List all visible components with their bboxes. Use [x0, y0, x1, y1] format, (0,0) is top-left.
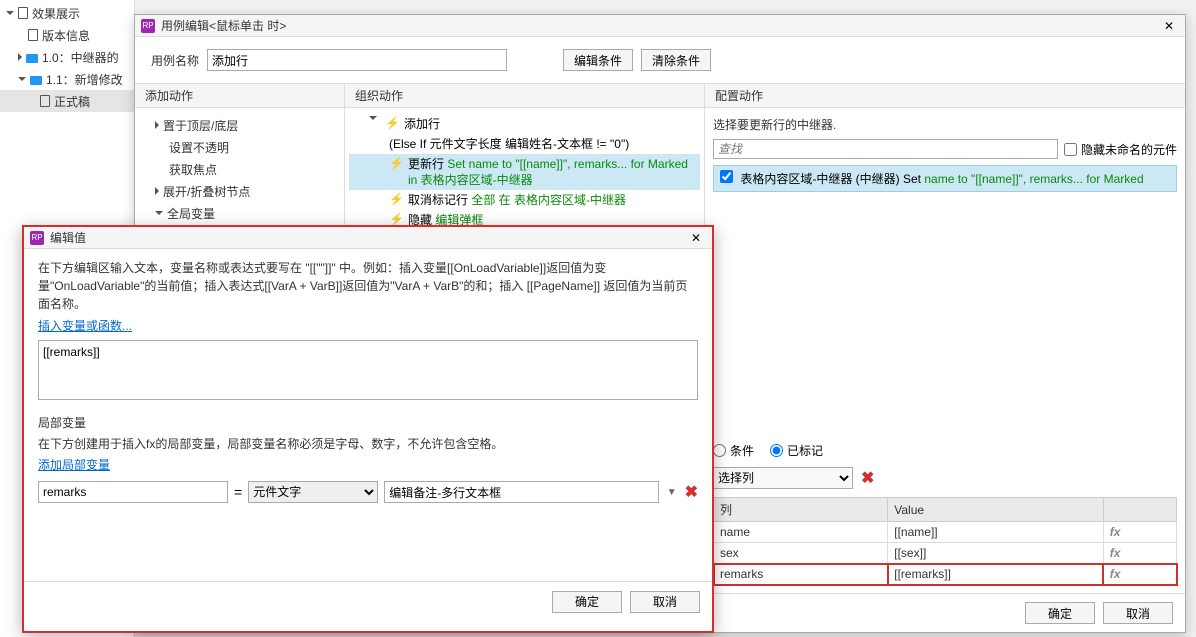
th-col: 列	[714, 498, 888, 522]
hide-unnamed-checkbox[interactable]: 隐藏未命名的元件	[1064, 141, 1177, 158]
tree-item[interactable]: 效果展示	[0, 2, 134, 24]
radio-marked[interactable]: 已标记	[770, 442, 823, 459]
org-action-row[interactable]: ⚡取消标记行 全部 在 表格内容区域-中继器	[349, 190, 700, 210]
tree-item[interactable]: 1.0：中继器的	[0, 46, 134, 68]
table-row[interactable]: sex[[sex]]fx	[714, 543, 1177, 564]
widget-checkbox[interactable]	[720, 170, 733, 183]
case-name-label: 用例名称	[151, 52, 199, 69]
action-node[interactable]: 展开/折叠树节点	[139, 180, 340, 202]
local-var-title: 局部变量	[38, 414, 698, 431]
delete-icon[interactable]: ✖	[685, 482, 698, 502]
tree-item-selected[interactable]: 正式稿	[0, 90, 134, 112]
app-icon: RP	[141, 19, 155, 33]
widget-target-row[interactable]: 表格内容区域-中继器 (中继器) Set name to "[[name]]",…	[713, 165, 1177, 192]
action-node[interactable]: 全局变量	[139, 202, 340, 224]
fx-icon[interactable]: fx	[1103, 522, 1176, 543]
bolt-icon: ⚡	[389, 212, 404, 226]
dialog-titlebar[interactable]: RP 编辑值 ✕	[24, 227, 712, 249]
tree-item[interactable]: 1.1：新增修改	[0, 68, 134, 90]
tree-item[interactable]: 版本信息	[0, 24, 134, 46]
edit-condition-button[interactable]: 编辑条件	[563, 49, 633, 71]
app-icon: RP	[30, 231, 44, 245]
local-var-help: 在下方创建用于插入fx的局部变量，局部变量名称必须是字母、数字，不允许包含空格。	[38, 435, 698, 452]
var-widget-input[interactable]	[384, 481, 659, 503]
cancel-button[interactable]: 取消	[630, 591, 700, 613]
widget-search-input[interactable]	[713, 139, 1058, 159]
radio-condition[interactable]: 条件	[713, 442, 754, 459]
org-action-row[interactable]: ⚡更新行 Set name to "[[name]]", remarks... …	[349, 154, 700, 190]
var-name-input[interactable]	[38, 481, 228, 503]
close-icon[interactable]: ✕	[1159, 19, 1179, 33]
chevron-down-icon[interactable]: ▼	[667, 487, 677, 498]
table-row-highlighted[interactable]: remarks[[remarks]]fx	[714, 564, 1177, 585]
dialog-titlebar[interactable]: RP 用例编辑<鼠标单击 时> ✕	[135, 15, 1185, 37]
col-header: 组织动作	[345, 84, 704, 108]
add-local-var-link[interactable]: 添加局部变量	[38, 456, 698, 473]
rule-radio-group: 条件 已标记	[713, 442, 1177, 459]
fx-icon[interactable]: fx	[1103, 564, 1176, 585]
bolt-icon: ⚡	[385, 116, 400, 130]
th-value: Value	[888, 498, 1104, 522]
table-row[interactable]: name[[name]]fx	[714, 522, 1177, 543]
expression-textarea[interactable]: [[remarks]]	[38, 340, 698, 400]
case-name-input[interactable]	[207, 49, 507, 71]
delete-icon[interactable]: ✖	[861, 468, 874, 488]
local-var-row: = 元件文字 ▼ ✖	[38, 481, 698, 503]
org-root[interactable]: ⚡添加行	[349, 114, 700, 134]
dialog-title: 编辑值	[50, 229, 686, 246]
ok-button[interactable]: 确定	[1025, 602, 1095, 624]
action-node[interactable]: 置于顶层/底层	[139, 114, 340, 136]
col-header: 配置动作	[705, 84, 1185, 108]
configure-action-column: 配置动作 选择要更新行的中继器. 隐藏未命名的元件 表格内容区域-中继器 (中继…	[705, 84, 1185, 593]
org-condition: (Else If 元件文字长度 编辑姓名-文本框 != "0")	[349, 134, 700, 154]
fx-icon[interactable]: fx	[1103, 543, 1176, 564]
insert-variable-link[interactable]: 插入变量或函数...	[38, 317, 698, 334]
equals-label: =	[234, 484, 242, 500]
edit-value-dialog: RP 编辑值 ✕ 在下方编辑区输入文本，变量名称或表达式要写在 "[[""]]"…	[22, 225, 714, 633]
bolt-icon: ⚡	[389, 192, 404, 206]
action-node[interactable]: 获取焦点	[139, 158, 340, 180]
col-header: 添加动作	[135, 84, 344, 108]
column-value-table: 列 Value name[[name]]fx sex[[sex]]fx rema…	[713, 497, 1177, 585]
case-name-row: 用例名称 编辑条件 清除条件	[135, 37, 1185, 83]
help-text: 在下方编辑区输入文本，变量名称或表达式要写在 "[[""]]" 中。例如：插入变…	[38, 259, 698, 313]
close-icon[interactable]: ✕	[686, 231, 706, 245]
cancel-button[interactable]: 取消	[1103, 602, 1173, 624]
ok-button[interactable]: 确定	[552, 591, 622, 613]
dialog-title: 用例编辑<鼠标单击 时>	[161, 17, 1159, 34]
action-node[interactable]: 设置不透明	[139, 136, 340, 158]
clear-condition-button[interactable]: 清除条件	[641, 49, 711, 71]
bolt-icon: ⚡	[389, 156, 404, 170]
config-instruction: 选择要更新行的中继器.	[713, 116, 1177, 133]
var-type-select[interactable]: 元件文字	[248, 481, 378, 503]
select-column-dropdown[interactable]: 选择列	[713, 467, 853, 489]
